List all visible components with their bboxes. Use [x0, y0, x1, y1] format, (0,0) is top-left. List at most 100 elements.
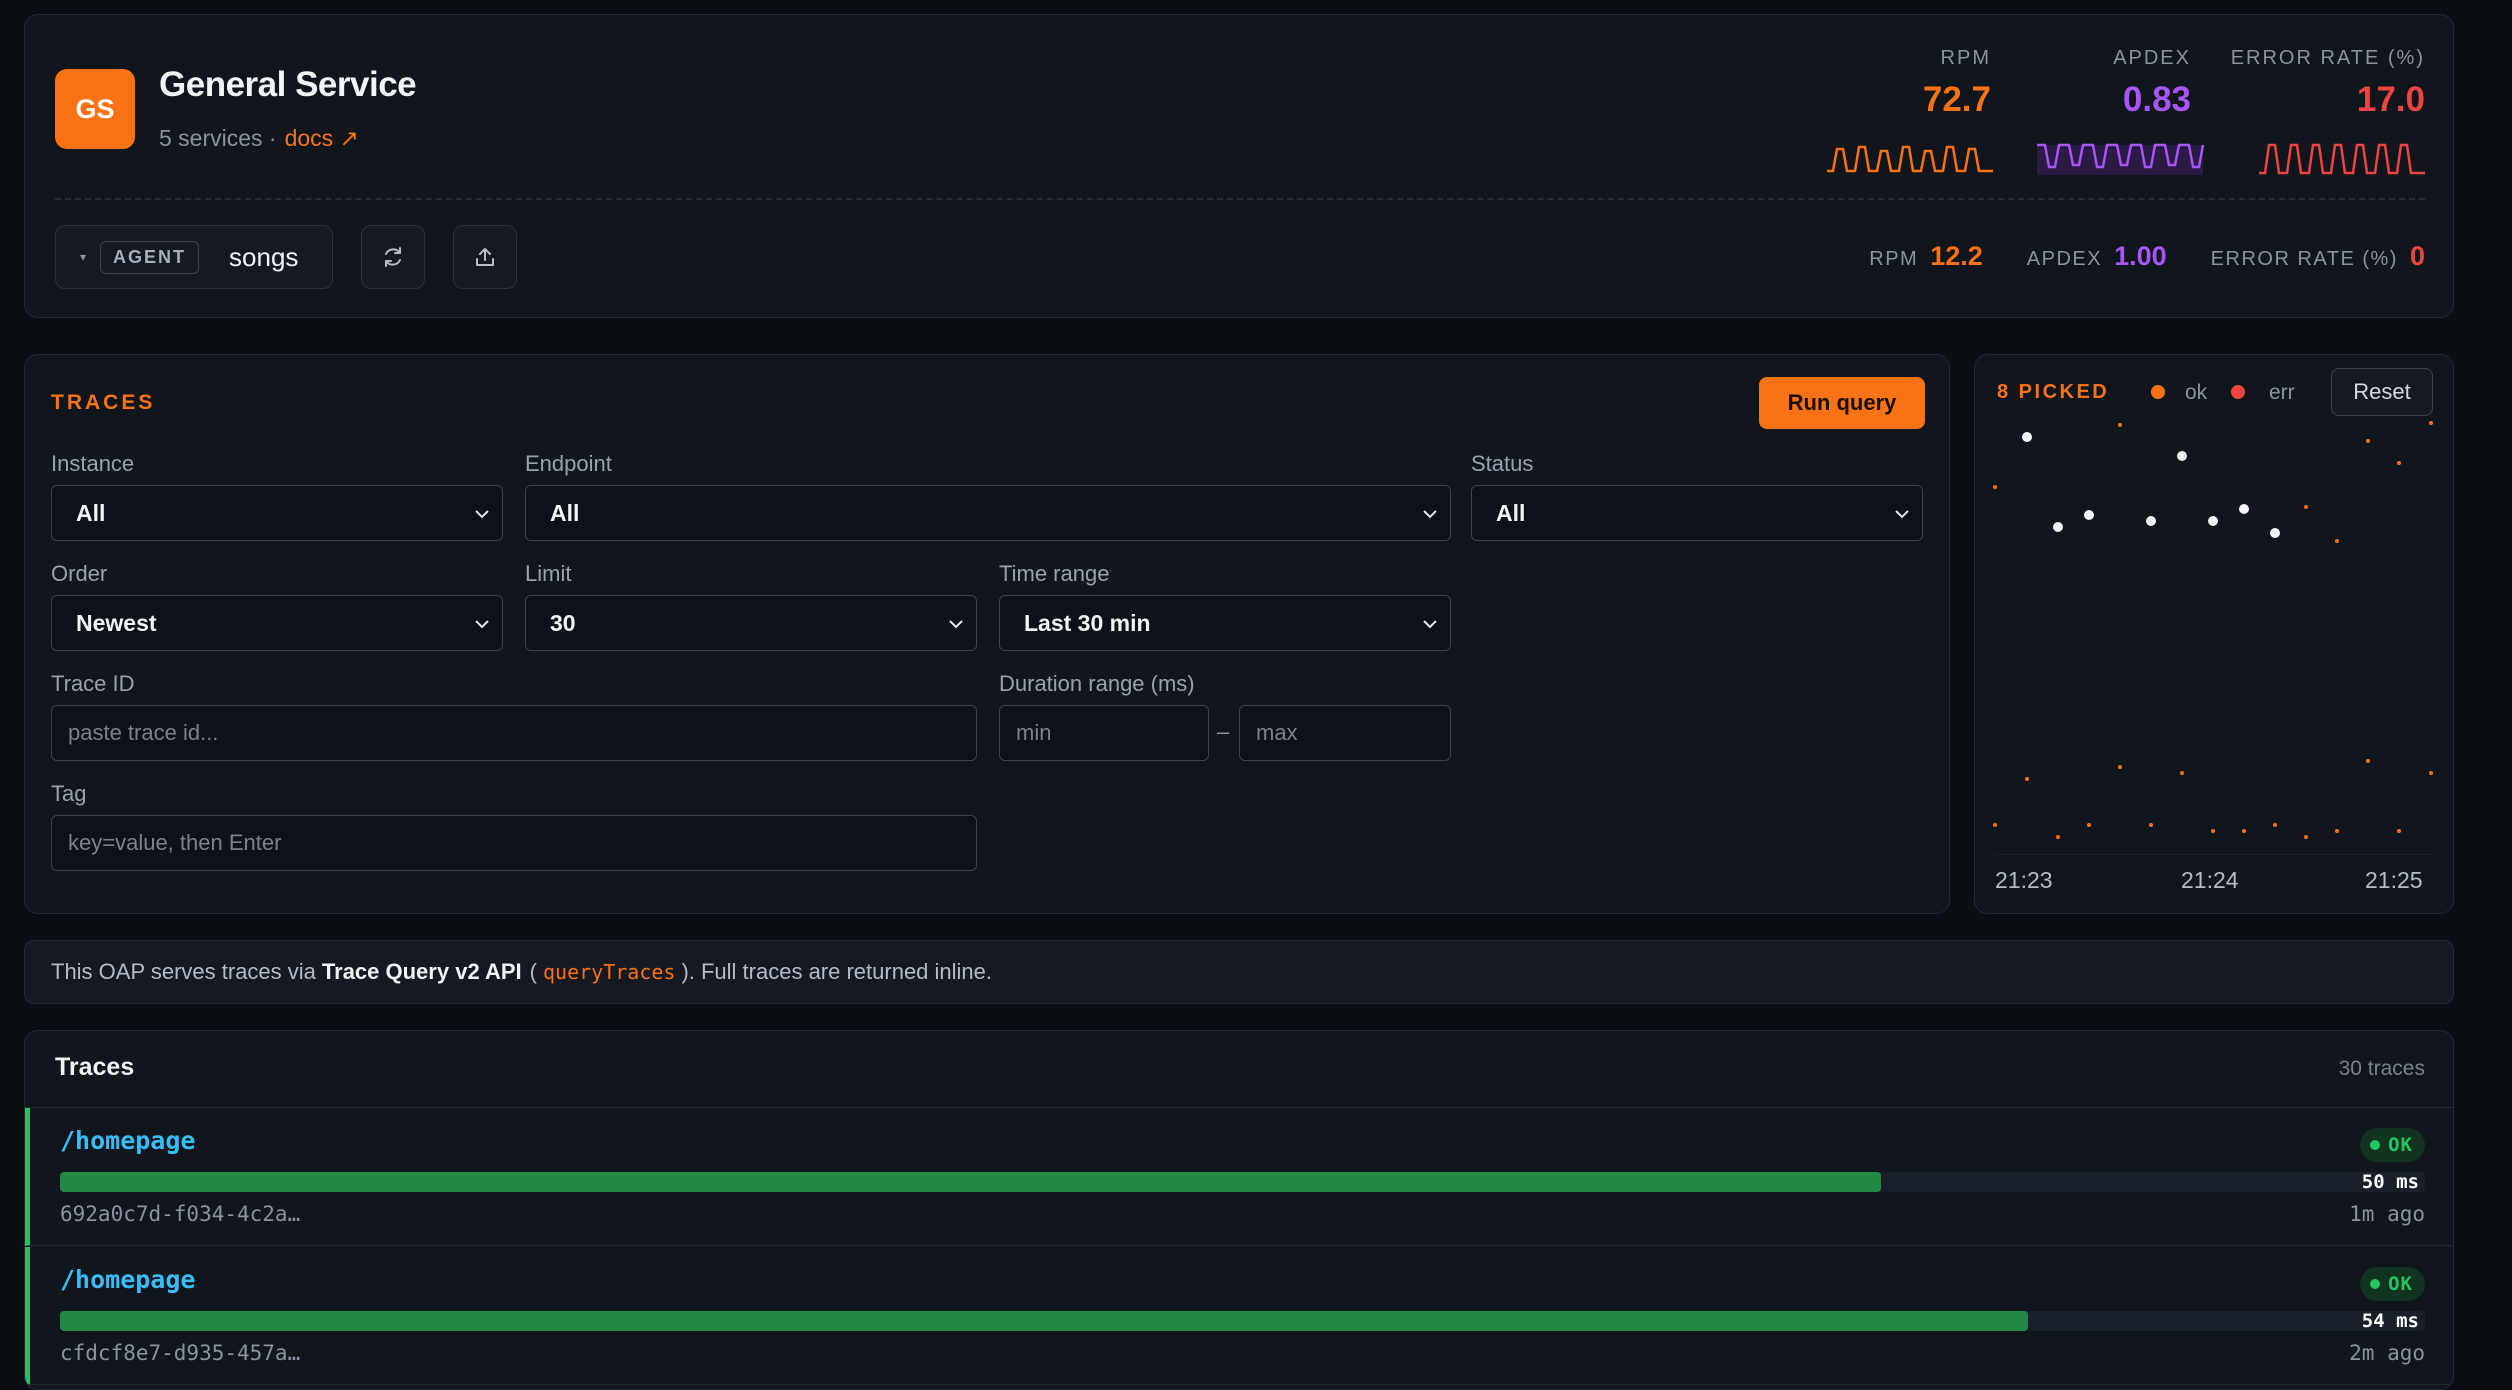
trace-point[interactable]: [2180, 771, 2184, 775]
limit-label: Limit: [525, 561, 572, 586]
trace-row[interactable]: /homepage OK 54 ms cfdcf8e7-d935-457a… 2…: [25, 1247, 2453, 1385]
chevron-down-icon: [1895, 510, 1909, 519]
agent-selector[interactable]: ▾ AGENT songs: [55, 225, 333, 289]
status-badge: OK: [2360, 1267, 2425, 1301]
metric-apdex: APDEX 0.83: [2113, 47, 2191, 120]
picked-point[interactable]: [2084, 510, 2094, 520]
picked-point[interactable]: [2239, 504, 2249, 514]
chevron-down-icon: [949, 620, 963, 629]
info-suffix: ). Full traces are returned inline.: [681, 959, 993, 984]
chevron-down-icon: [475, 620, 489, 629]
agent-badge: AGENT: [100, 240, 200, 274]
endpoint-select[interactable]: All: [525, 485, 1451, 541]
scatter-plot[interactable]: [1975, 355, 2455, 855]
tag-input[interactable]: key=value, then Enter: [51, 815, 977, 871]
trace-id: cfdcf8e7-d935-457a…: [60, 1341, 301, 1365]
inline-error-rate-label: ERROR RATE (%): [2210, 248, 2398, 270]
inline-apdex-label: APDEX: [2026, 248, 2103, 270]
trace-point[interactable]: [2366, 759, 2370, 763]
inline-rpm-label: RPM: [1869, 248, 1919, 270]
trace-point[interactable]: [1993, 823, 1997, 827]
info-code: queryTraces: [542, 960, 676, 984]
picked-point[interactable]: [2146, 516, 2156, 526]
trace-point[interactable]: [2397, 829, 2401, 833]
traces-count: 30 traces: [2338, 1057, 2425, 1080]
trace-point[interactable]: [2429, 421, 2433, 425]
picked-point[interactable]: [2022, 432, 2032, 442]
error-rate-sparkline: [2259, 143, 2425, 175]
trace-time-ago: 1m ago: [2349, 1202, 2425, 1226]
trace-id-input[interactable]: paste trace id...: [51, 705, 977, 761]
share-icon: [476, 248, 494, 266]
trace-scatter-card: 8 PICKED ok err Reset 21:23 21:24 21:25: [1974, 354, 2454, 914]
trace-point[interactable]: [2211, 829, 2215, 833]
duration-bar-fill: [60, 1172, 1882, 1192]
trace-point[interactable]: [2397, 461, 2401, 465]
traces-list-title: Traces: [55, 1053, 135, 1081]
trace-point[interactable]: [2056, 835, 2060, 839]
picked-point[interactable]: [2053, 522, 2063, 532]
trace-point[interactable]: [2366, 439, 2370, 443]
trace-point[interactable]: [2025, 777, 2029, 781]
time-tick-label: 21:25: [2365, 867, 2423, 893]
duration-separator: –: [1217, 719, 1230, 744]
refresh-button[interactable]: [361, 225, 425, 289]
time-range-value: Last 30 min: [1024, 609, 1151, 636]
trace-point[interactable]: [2304, 505, 2308, 509]
order-select[interactable]: Newest: [51, 595, 503, 651]
metric-rpm: RPM 72.7: [1923, 47, 1991, 120]
status-select[interactable]: All: [1471, 485, 1923, 541]
trace-point[interactable]: [2118, 765, 2122, 769]
instance-select[interactable]: All: [51, 485, 503, 541]
duration-range-label: Duration range (ms): [999, 671, 1195, 696]
trace-id-label: Trace ID: [51, 671, 135, 696]
trace-point[interactable]: [2304, 835, 2308, 839]
duration-max-input[interactable]: max: [1239, 705, 1451, 761]
service-subtitle: 5 services · docs ↗: [159, 125, 359, 152]
trace-endpoint-name[interactable]: /homepage: [60, 1265, 195, 1294]
order-label: Order: [51, 561, 108, 586]
docs-link[interactable]: docs ↗: [285, 125, 359, 151]
time-range-label: Time range: [999, 561, 1110, 586]
endpoint-value: All: [550, 499, 580, 526]
service-count: 5 services ·: [159, 125, 277, 151]
inline-metric-rpm: RPM 12.2: [1869, 241, 1983, 272]
service-title: General Service: [159, 65, 417, 104]
time-range-select[interactable]: Last 30 min: [999, 595, 1451, 651]
trace-point[interactable]: [2335, 829, 2339, 833]
duration-value: 50 ms: [2361, 1171, 2419, 1193]
instance-value: All: [76, 499, 106, 526]
trace-row[interactable]: /homepage OK 50 ms 692a0c7d-f034-4c2a… 1…: [25, 1108, 2453, 1246]
picked-point[interactable]: [2177, 451, 2187, 461]
picked-point[interactable]: [2208, 516, 2218, 526]
trace-point[interactable]: [2335, 539, 2339, 543]
duration-bar: 50 ms: [60, 1171, 2425, 1193]
api-info-bar: This OAP serves traces via Trace Query v…: [24, 940, 2454, 1004]
service-header-card: GS General Service 5 services · docs ↗ RP…: [24, 14, 2454, 318]
trace-point[interactable]: [2273, 823, 2277, 827]
trace-point[interactable]: [1993, 485, 1997, 489]
duration-value: 54 ms: [2361, 1310, 2419, 1332]
metric-error-rate-label: ERROR RATE (%): [2230, 47, 2425, 69]
trace-id: 692a0c7d-f034-4c2a…: [60, 1202, 301, 1226]
trace-point[interactable]: [2242, 829, 2246, 833]
trace-point[interactable]: [2087, 823, 2091, 827]
chevron-down-icon: [1423, 620, 1437, 629]
metric-rpm-value: 72.7: [1922, 80, 1991, 119]
chevron-down-icon: [1423, 510, 1437, 519]
duration-min-input[interactable]: min: [999, 705, 1209, 761]
duration-bar-fill: [60, 1311, 2028, 1331]
picked-point[interactable]: [2270, 528, 2280, 538]
traces-list-card: Traces 30 traces /homepage OK 50 ms 692a…: [24, 1030, 2454, 1390]
run-query-button[interactable]: Run query: [1759, 377, 1925, 429]
trace-endpoint-name[interactable]: /homepage: [60, 1126, 195, 1155]
trace-point[interactable]: [2149, 823, 2153, 827]
share-button[interactable]: [453, 225, 517, 289]
time-tick-label: 21:23: [1995, 867, 2053, 893]
trace-point[interactable]: [2429, 771, 2433, 775]
inline-metrics: RPM 12.2 APDEX 1.00 ERROR RATE (%) 0: [1869, 241, 2425, 272]
limit-select[interactable]: 30: [525, 595, 977, 651]
trace-point[interactable]: [2118, 423, 2122, 427]
agent-name: songs: [229, 241, 299, 272]
order-value: Newest: [76, 609, 157, 636]
